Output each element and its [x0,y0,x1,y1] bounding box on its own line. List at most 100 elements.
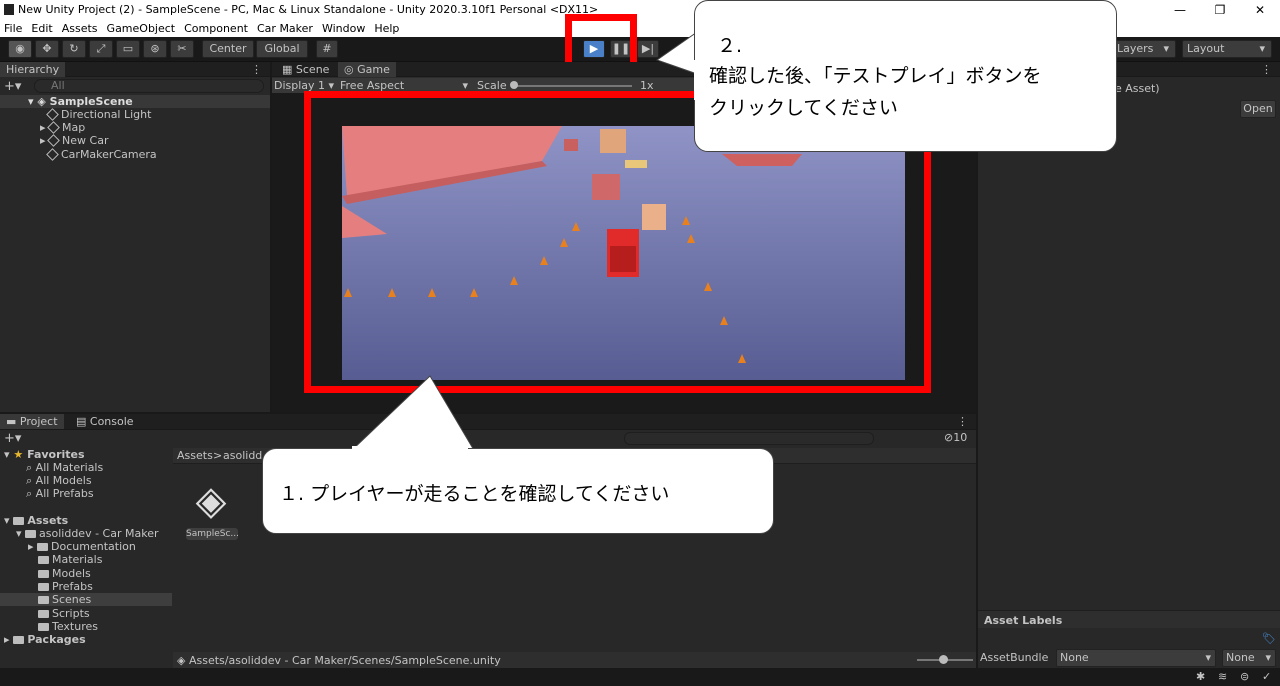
asset-variant-dropdown[interactable]: None ▾ [1222,649,1276,667]
list-item[interactable]: Prefabs [38,580,93,593]
rect-tool-icon[interactable]: ▭ [116,40,140,58]
chevron-down-icon: ▾ [1163,42,1169,55]
breadcrumb-folder[interactable]: asolidd [223,449,262,462]
list-item[interactable]: ▸ Documentation [28,540,136,553]
list-item[interactable]: Scripts [38,607,90,620]
list-item[interactable]: ▸ Map [40,121,85,134]
menu-edit[interactable]: Edit [31,22,52,35]
menu-file[interactable]: File [4,22,22,35]
list-item-selected[interactable]: Scenes [0,593,172,606]
menu-assets[interactable]: Assets [62,22,98,35]
open-button[interactable]: Open [1240,100,1276,118]
item-label: Scenes [52,593,92,606]
folder-icon [38,556,49,564]
icon-size-handle[interactable] [939,655,948,664]
maximize-button[interactable]: ❐ [1200,1,1240,19]
layers-icon[interactable]: ≋ [1218,670,1227,683]
hidden-count-label: 10 [953,431,968,444]
tab-game[interactable]: ◎ Game [338,62,396,77]
layout-dropdown[interactable]: Layout ▾ [1182,40,1272,58]
hidden-count[interactable]: ⊘10 [944,431,967,444]
rotate-tool-icon[interactable]: ↻ [62,40,86,58]
step1-text: １. プレイヤーが走ることを確認してください [279,483,670,505]
cache-icon[interactable]: ⊜ [1240,670,1249,683]
list-item[interactable]: Materials [38,553,102,566]
tag-icon[interactable]: 🏷 [1262,632,1276,645]
list-item[interactable]: Models [38,567,91,580]
unity-logo-icon [4,4,14,15]
item-label: All Materials [35,461,104,474]
scene-label: SampleScene [49,95,133,108]
tab-console[interactable]: ▤ Console [70,414,140,429]
panel-menu-icon[interactable]: ⋮ [251,63,262,76]
transform-tool-icon[interactable]: ⊛ [143,40,167,58]
menu-component[interactable]: Component [184,22,248,35]
step2-number: ２. [717,35,743,57]
item-label: Map [62,121,86,134]
path-label: Assets/asoliddev - Car Maker/Scenes/Samp… [188,654,501,667]
list-item[interactable]: ⌕ All Models [26,474,92,487]
grid-snap-icon[interactable]: # [316,40,338,58]
path-icon: ◈ [177,654,189,667]
list-item[interactable]: CarMakerCamera [46,148,157,161]
layers-dropdown[interactable]: Layers ▾ [1108,40,1176,58]
item-label: New Car [62,134,109,147]
console-tab-label: Console [89,415,134,428]
panel-menu-icon[interactable]: ⋮ [957,415,968,428]
breadcrumb-separator: > [213,449,223,462]
asset-bundle-dropdown[interactable]: None ▾ [1056,649,1216,667]
list-item[interactable]: ▾ asoliddev - Car Maker [16,527,159,540]
tab-project[interactable]: ▬ Project [0,414,64,429]
move-tool-icon[interactable]: ✥ [35,40,59,58]
pivot-global-button[interactable]: Global [256,40,308,58]
scene-root-item[interactable]: ▾ ◈ SampleScene [0,95,270,108]
packages-item[interactable]: ▸ Packages [4,633,86,646]
hierarchy-search-input[interactable]: All [34,79,264,93]
favorites-label: Favorites [27,448,85,461]
hierarchy-panel: Hierarchy ⋮ +▾ All ▾ ◈ SampleScene Direc… [0,62,270,412]
item-label: All Prefabs [35,487,94,500]
check-icon[interactable]: ✓ [1262,670,1271,683]
instruction-callout-2: ２. 確認した後、「テストプレイ」ボタンを クリックしてください [694,0,1117,152]
tab-hierarchy[interactable]: Hierarchy [0,62,66,77]
list-item[interactable]: ⌕ All Prefabs [26,487,94,500]
folder-icon [37,543,49,551]
instruction-callout-1: １. プレイヤーが走ることを確認してください [262,448,774,534]
scale-tool-icon[interactable]: ⤢ [89,40,113,58]
menu-gameobject[interactable]: GameObject [107,22,176,35]
center-label: Center [209,42,247,55]
item-label: All Models [35,474,92,487]
assets-item[interactable]: ▾ Assets [4,514,68,527]
list-item[interactable]: ⌕ All Materials [26,461,103,474]
close-button[interactable]: ✕ [1240,1,1280,19]
list-item[interactable]: Directional Light [46,108,151,121]
view-tool-eye-icon[interactable]: ◉ [8,40,32,58]
scale-slider[interactable] [512,85,632,87]
folder-icon [25,530,37,538]
menu-help[interactable]: Help [374,22,399,35]
menu-car-maker[interactable]: Car Maker [257,22,313,35]
pivot-center-button[interactable]: Center [202,40,254,58]
menu-window[interactable]: Window [322,22,365,35]
scene-tab-label: Scene [295,63,330,76]
star-icon: ★ [13,448,24,461]
minimize-button[interactable]: — [1160,1,1200,19]
panel-menu-icon[interactable]: ⋮ [1261,63,1272,76]
bug-icon[interactable]: ✱ [1196,670,1205,683]
project-search-input[interactable] [624,432,874,445]
custom-tool-icon[interactable]: ✂ [170,40,194,58]
favorites-item[interactable]: ▾ ★ Favorites [4,448,85,461]
unity-scene-icon[interactable]: ◈ [186,476,236,526]
list-item[interactable]: ▸ New Car [40,134,108,147]
asset-labels-label: Asset Labels [984,614,1063,627]
bundle-value: None [1060,651,1089,664]
add-icon[interactable]: +▾ [4,79,21,94]
breadcrumb-assets[interactable]: Assets [177,449,213,462]
add-icon[interactable]: +▾ [4,431,21,446]
file-label[interactable]: SampleSc... [186,528,239,540]
tab-scene[interactable]: ▦ Scene [276,62,335,77]
item-label: Scripts [52,607,90,620]
list-item[interactable]: Textures [38,620,98,633]
packages-label: Packages [27,633,86,646]
scale-slider-handle[interactable] [510,81,518,89]
